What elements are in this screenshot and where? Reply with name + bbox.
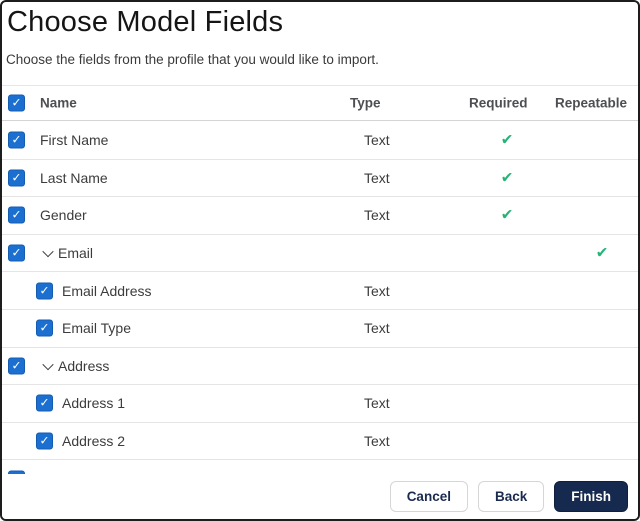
select-all-checkbox[interactable]: ✓ — [8, 94, 25, 112]
finish-button[interactable]: Finish — [554, 481, 628, 512]
table-row: ✓ Email Type Text — [2, 309, 638, 348]
chevron-down-icon[interactable] — [42, 359, 53, 370]
table-row: ✓ Address — [2, 347, 638, 386]
row-type: Text — [364, 132, 390, 149]
page-title: Choose Model Fields — [7, 6, 284, 38]
row-checkbox[interactable]: ✓ — [8, 244, 25, 262]
row-name: Gender — [40, 207, 87, 224]
table-row: ✓ Address 1 Text — [2, 385, 638, 423]
row-name: Address 1 — [62, 395, 126, 412]
table-row: ✓ Gender Text ✔ — [2, 197, 638, 235]
row-type: Text — [364, 169, 390, 186]
column-header-type: Type — [350, 95, 381, 111]
row-type: Text — [364, 395, 390, 412]
table-row: ✓ Email Address Text — [2, 272, 638, 310]
row-name: Email — [58, 245, 94, 262]
row-name: Last Name — [40, 169, 108, 186]
chevron-down-icon[interactable] — [42, 247, 53, 258]
row-checkbox[interactable]: ✓ — [8, 357, 25, 375]
table-header: ✓ Name Type Required Repeatable — [2, 86, 638, 121]
row-type: Text — [364, 207, 390, 224]
column-header-repeatable: Repeatable — [555, 95, 628, 111]
required-check-icon: ✔ — [500, 205, 514, 224]
dialog-footer: Cancel Back Finish — [2, 474, 638, 519]
table-row: ✓ Last Name Text ✔ — [2, 159, 638, 198]
row-name: Address 2 — [62, 433, 126, 450]
column-header-required: Required — [469, 95, 528, 111]
repeatable-check-icon: ✔ — [595, 243, 609, 262]
required-check-icon: ✔ — [500, 130, 514, 149]
table-row: ✓ First Name Text ✔ — [2, 122, 638, 160]
row-name: Email Type — [62, 320, 131, 337]
row-checkbox[interactable]: ✓ — [8, 169, 25, 187]
row-name: First Name — [40, 132, 109, 149]
table-row: ✓Phone NumberText — [2, 460, 638, 474]
row-checkbox[interactable]: ✓ — [36, 282, 53, 300]
back-button[interactable]: Back — [477, 481, 545, 512]
row-type: Text — [364, 320, 390, 337]
row-type: Text — [364, 433, 390, 450]
row-name: Email Address — [62, 282, 152, 299]
row-checkbox[interactable]: ✓ — [36, 319, 53, 337]
column-header-name: Name — [40, 95, 77, 111]
row-checkbox[interactable]: ✓ — [36, 432, 53, 450]
table-row: ✓ Email ✔ — [2, 234, 638, 273]
cancel-button[interactable]: Cancel — [389, 481, 468, 512]
choose-model-fields-dialog: Choose Model Fields Choose the fields fr… — [0, 0, 640, 521]
row-name: Address — [58, 357, 110, 374]
required-check-icon: ✔ — [500, 168, 514, 187]
row-checkbox[interactable]: ✓ — [8, 131, 25, 149]
row-checkbox[interactable]: ✓ — [36, 394, 53, 412]
table-body: ✓ First Name Text ✔ ✓ Last Name Text ✔ ✓ Gender Te… — [2, 122, 638, 474]
table-row: ✓ Address 2 Text — [2, 422, 638, 461]
row-type: Text — [364, 282, 390, 299]
dialog-subtitle: Choose the fields from the profile that … — [6, 52, 379, 67]
row-checkbox[interactable]: ✓ — [8, 206, 25, 224]
